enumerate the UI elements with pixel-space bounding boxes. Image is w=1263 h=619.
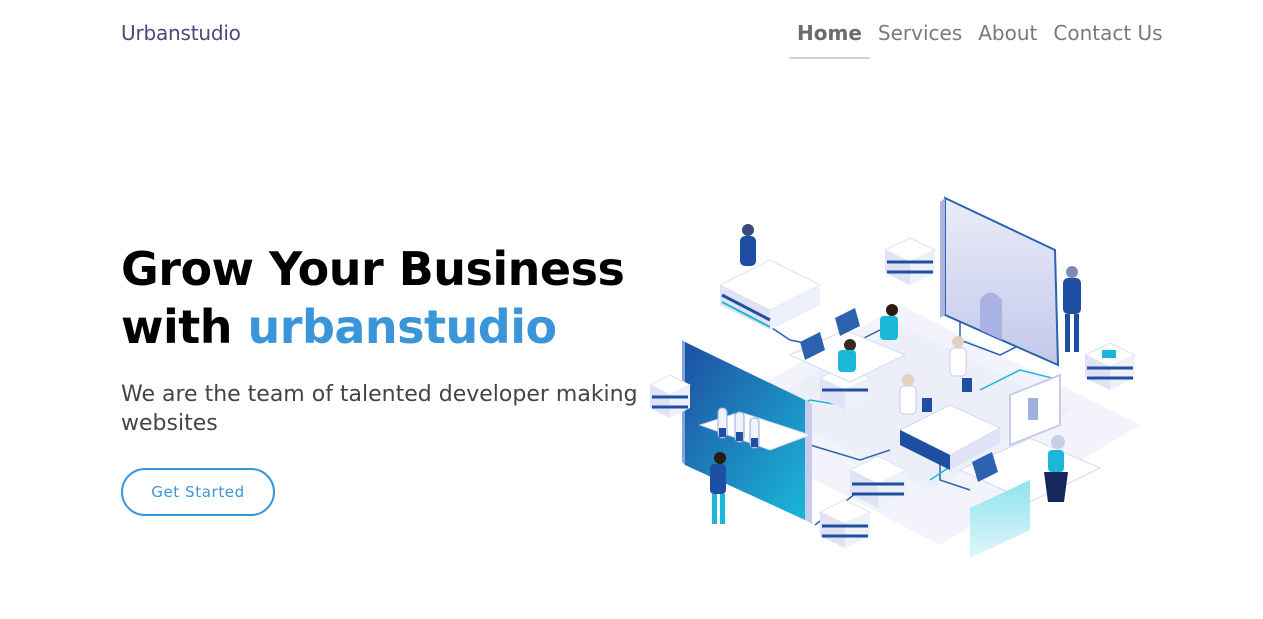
nav-links: Home Services About Contact Us	[789, 18, 1171, 59]
hero-title-line1: Grow Your Business	[121, 242, 625, 296]
get-started-button[interactable]: Get Started	[121, 468, 275, 516]
navbar: Urbanstudio Home Services About Contact …	[0, 0, 1263, 70]
nav-home[interactable]: Home	[789, 18, 870, 59]
nav-about[interactable]: About	[970, 18, 1045, 59]
hero-title: Grow Your Business with urbanstudio	[121, 240, 625, 356]
hero-illustration	[640, 190, 1150, 565]
isometric-office-icon	[648, 196, 1140, 558]
hero-subtitle: We are the team of talented developer ma…	[121, 382, 638, 436]
nav-services[interactable]: Services	[870, 18, 970, 59]
hero-title-with: with	[121, 300, 233, 354]
hero-title-brand: urbanstudio	[247, 300, 558, 354]
nav-contact-us[interactable]: Contact Us	[1045, 18, 1170, 59]
brand-logo[interactable]: Urbanstudio	[121, 21, 241, 45]
